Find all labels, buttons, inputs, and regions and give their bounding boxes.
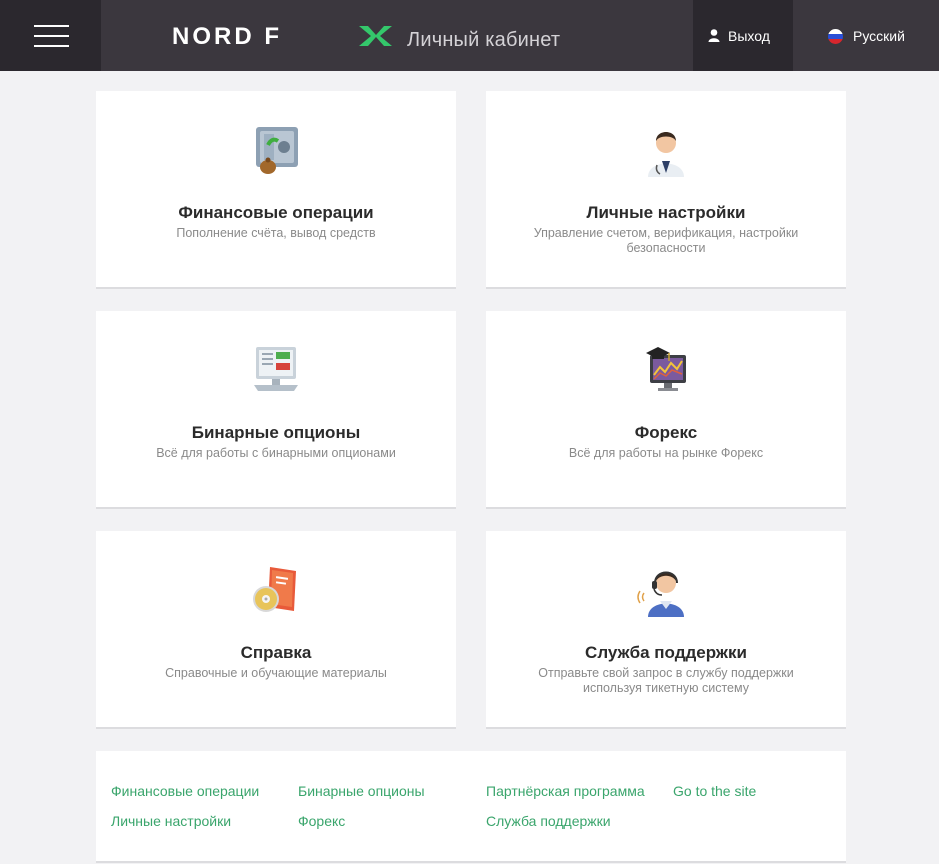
card-support[interactable]: Служба поддержки Отправьте свой запрос в… bbox=[486, 531, 846, 729]
monitor-graduation-cap-icon bbox=[646, 347, 686, 391]
russian-flag-icon bbox=[828, 29, 843, 44]
card-subtitle: Управление счетом, верификация, настройк… bbox=[533, 226, 799, 255]
safe-money-icon bbox=[256, 127, 298, 174]
card-help[interactable]: Справка Справочные и обучающие материалы bbox=[96, 531, 456, 729]
page-title: Личный кабинет bbox=[407, 29, 561, 51]
book-disc-icon bbox=[253, 567, 296, 612]
footer-link-forex[interactable]: Форекс bbox=[298, 813, 345, 829]
card-subtitle: Пополнение счёта, вывод средств bbox=[176, 226, 376, 240]
card-personal-settings[interactable]: Личные настройки Управление счетом, вери… bbox=[486, 91, 846, 289]
menu-line-icon bbox=[34, 25, 69, 27]
card-title: Форекс bbox=[634, 423, 698, 442]
footer-link-financial-operations[interactable]: Финансовые операции bbox=[111, 783, 259, 799]
svg-text:NORD F: NORD F bbox=[172, 24, 282, 48]
card-subtitle: Отправьте свой запрос в службу поддержки… bbox=[538, 666, 794, 695]
menu-line-icon bbox=[34, 45, 69, 47]
footer-link-binary-options[interactable]: Бинарные опционы bbox=[298, 783, 425, 799]
user-icon bbox=[708, 29, 720, 42]
language-label: Русский bbox=[853, 28, 905, 44]
menu-line-icon bbox=[34, 35, 69, 37]
computer-chart-icon bbox=[254, 347, 298, 391]
footer-link-partner-program[interactable]: Партнёрская программа bbox=[486, 783, 645, 799]
footer-links-panel: Финансовые операции Бинарные опционы Пар… bbox=[96, 751, 846, 863]
hamburger-menu-button[interactable] bbox=[0, 0, 101, 71]
footer-link-personal-settings[interactable]: Личные настройки bbox=[111, 813, 231, 829]
card-subtitle: Справочные и обучающие материалы bbox=[165, 666, 387, 680]
doctor-person-icon bbox=[648, 132, 684, 177]
footer-link-go-to-site[interactable]: Go to the site bbox=[673, 783, 756, 799]
logout-label: Выход bbox=[728, 28, 770, 44]
logout-button[interactable]: Выход bbox=[693, 0, 793, 71]
card-title: Служба поддержки bbox=[585, 643, 747, 662]
footer-link-support[interactable]: Служба поддержки bbox=[486, 813, 611, 829]
card-binary-options[interactable]: Бинарные опционы Всё для работы с бинарн… bbox=[96, 311, 456, 509]
card-forex[interactable]: Форекс Всё для работы на рынке Форекс bbox=[486, 311, 846, 509]
card-title: Бинарные опционы bbox=[191, 423, 361, 442]
card-title: Справка bbox=[240, 643, 312, 662]
card-title: Финансовые операции bbox=[178, 203, 374, 222]
card-title: Личные настройки bbox=[586, 203, 746, 222]
nordfx-logo[interactable]: NORD F bbox=[172, 23, 394, 53]
card-subtitle: Всё для работы на рынке Форекс bbox=[568, 446, 764, 460]
headset-operator-icon bbox=[637, 571, 684, 617]
card-financial-operations[interactable]: Финансовые операции Пополнение счёта, вы… bbox=[96, 91, 456, 289]
language-selector[interactable]: Русский bbox=[793, 0, 939, 71]
top-navigation-bar: NORD F Личный кабинет Выход Русский bbox=[0, 0, 939, 71]
card-subtitle: Всё для работы с бинарными опционами bbox=[156, 446, 396, 460]
